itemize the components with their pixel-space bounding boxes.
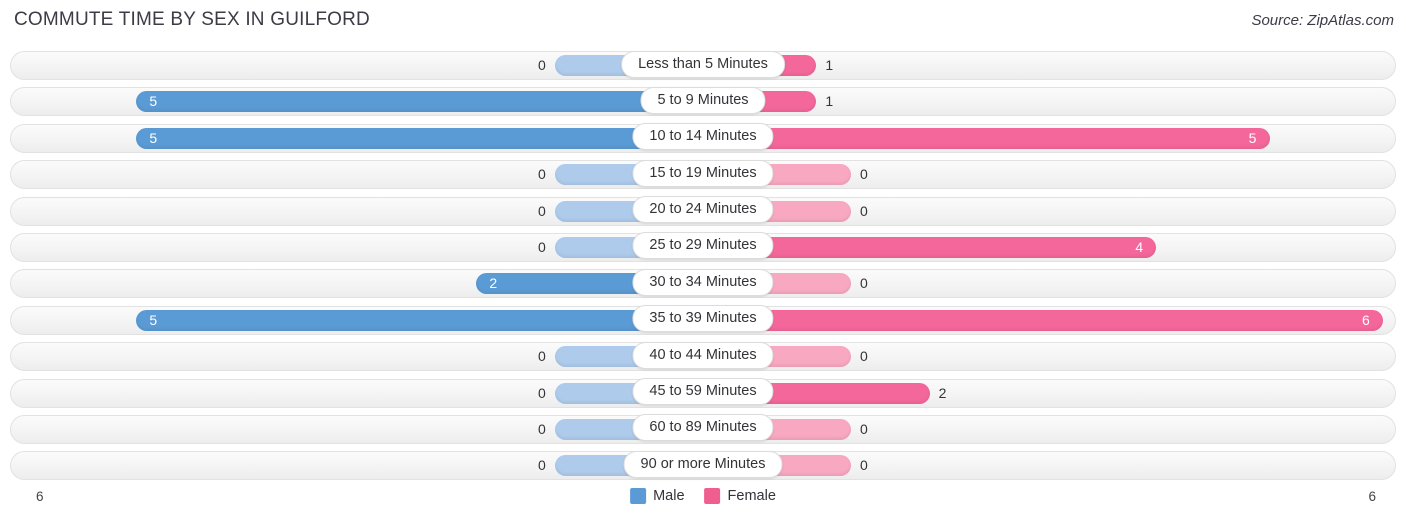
chart-row: 0 0 15 to 19 Minutes (0, 157, 1406, 193)
male-value-label: 0 (538, 202, 546, 219)
chart-plot-area: 0 1 Less than 5 Minutes 5 1 5 to 9 Minutes 5 5 1… (0, 48, 1406, 486)
chart-header: COMMUTE TIME BY SEX IN GUILFORD Source: … (0, 0, 1406, 40)
category-label-pill: 10 to 14 Minutes (632, 123, 774, 151)
category-label-pill: 15 to 19 Minutes (632, 159, 774, 187)
chart-legend: Male Female (630, 488, 776, 504)
legend-item-female[interactable]: Female (704, 488, 776, 504)
category-label-pill: 5 to 9 Minutes (640, 86, 766, 114)
chart-row: 2 0 30 to 34 Minutes (0, 266, 1406, 302)
category-label-pill: 25 to 29 Minutes (632, 232, 774, 260)
axis-left-max-label: 6 (36, 489, 44, 504)
male-value-label: 5 (149, 129, 158, 146)
axis-right-max-label: 6 (1368, 489, 1376, 504)
female-value-label: 0 (860, 420, 868, 437)
legend-label: Female (727, 488, 776, 504)
female-value-label: 6 (1362, 311, 1370, 328)
female-value-label: 0 (860, 348, 868, 365)
category-label-pill: 35 to 39 Minutes (632, 305, 774, 333)
female-value-label: 5 (1248, 129, 1257, 146)
male-value-label: 0 (538, 57, 546, 73)
chart-row: 0 0 40 to 44 Minutes (0, 339, 1406, 375)
legend-swatch-icon (630, 488, 647, 504)
page-title: COMMUTE TIME BY SEX IN GUILFORD (14, 9, 370, 30)
female-value-label: 0 (860, 202, 868, 219)
male-value-label: 0 (538, 348, 546, 365)
male-value-label: 0 (538, 166, 546, 183)
chart-row: 0 0 60 to 89 Minutes (0, 412, 1406, 448)
female-value-label: 0 (860, 275, 868, 292)
category-label-pill: 60 to 89 Minutes (632, 414, 774, 442)
chart-row: 0 4 25 to 29 Minutes (0, 230, 1406, 266)
female-value-label: 4 (1135, 238, 1144, 255)
female-value-label: 0 (860, 457, 868, 474)
male-bar (136, 91, 703, 113)
male-value-label: 0 (538, 457, 546, 474)
male-bar (136, 309, 703, 331)
category-label-pill: 30 to 34 Minutes (632, 268, 774, 296)
chart-row: 0 1 Less than 5 Minutes (0, 48, 1406, 84)
male-value-label: 5 (149, 93, 158, 110)
female-value-label: 0 (860, 166, 868, 183)
chart-footer: 6 Male Female 6 (0, 486, 1406, 522)
chart-row: 0 0 90 or more Minutes (0, 448, 1406, 484)
legend-item-male[interactable]: Male (630, 488, 685, 504)
category-label-pill: Less than 5 Minutes (621, 50, 785, 78)
male-value-label: 0 (538, 238, 546, 255)
chart-row: 5 6 35 to 39 Minutes (0, 303, 1406, 339)
male-value-label: 0 (538, 420, 546, 437)
male-value-label: 5 (149, 311, 158, 328)
chart-row: 5 1 5 to 9 Minutes (0, 84, 1406, 120)
chart-row: 0 2 45 to 59 Minutes (0, 376, 1406, 412)
chart-row: 0 0 20 to 24 Minutes (0, 194, 1406, 230)
male-bar (136, 127, 703, 149)
female-value-label: 1 (825, 93, 834, 110)
male-value-label: 0 (538, 384, 546, 401)
category-label-pill: 20 to 24 Minutes (632, 196, 774, 224)
male-value-label: 2 (489, 275, 498, 292)
category-label-pill: 90 or more Minutes (623, 450, 783, 478)
category-label-pill: 40 to 44 Minutes (632, 341, 774, 369)
chart-row: 5 5 10 to 14 Minutes (0, 121, 1406, 157)
female-bar (703, 309, 1383, 331)
source-attribution: Source: ZipAtlas.com (1251, 12, 1394, 29)
legend-swatch-icon (704, 488, 721, 504)
category-label-pill: 45 to 59 Minutes (632, 378, 774, 406)
female-value-label: 1 (825, 57, 834, 73)
female-bar (703, 127, 1270, 149)
legend-label: Male (653, 488, 685, 504)
female-value-label: 2 (938, 384, 947, 401)
